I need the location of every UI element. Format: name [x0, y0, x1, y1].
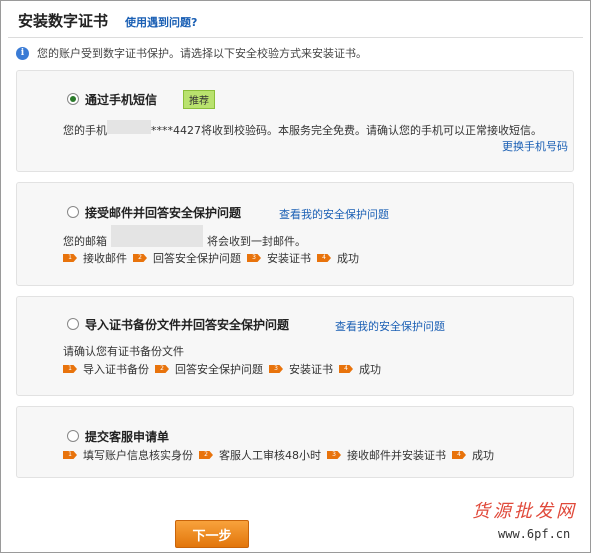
step-number-icon: 3 [269, 365, 283, 373]
step-4: 4 成功 [339, 361, 381, 377]
option-cert-backup[interactable]: 导入证书备份文件并回答安全保护问题 查看我的安全保护问题 请确认您有证书备份文件… [16, 296, 574, 396]
option-customer-service-title: 提交客服申请单 [85, 430, 170, 444]
option-cert-backup-title: 导入证书备份文件并回答安全保护问题 [85, 318, 290, 332]
info-message: i 您的账户受到数字证书保护。请选择以下安全校验方式来安装证书。 [16, 45, 367, 61]
step-label: 接收邮件并安装证书 [347, 449, 446, 462]
email-desc-prefix: 您的邮箱 [63, 235, 107, 248]
step-label: 回答安全保护问题 [175, 363, 263, 376]
step-4: 4 成功 [452, 447, 494, 463]
step-number-icon: 1 [63, 365, 77, 373]
option-email[interactable]: 接受邮件并回答安全保护问题 查看我的安全保护问题 您的邮箱 将会收到一封邮件。 … [16, 182, 574, 286]
step-label: 安装证书 [267, 252, 311, 265]
step-number-icon: 2 [199, 451, 213, 459]
step-label: 成功 [472, 449, 494, 462]
radio-sms[interactable] [67, 93, 79, 105]
step-label: 回答安全保护问题 [153, 252, 241, 265]
sms-desc-suffix: ****4427将收到校验码。本服务完全免费。请确认您的手机可以正常接收短信。 [151, 124, 542, 137]
next-step-button[interactable]: 下一步 [175, 520, 249, 548]
recommended-badge: 推荐 [183, 90, 215, 109]
customer-service-steps: 1 填写账户信息核实身份 2 客服人工审核48小时 3 接收邮件并安装证书 4 成功 [63, 447, 500, 463]
masked-email [111, 225, 203, 247]
step-label: 安装证书 [289, 363, 333, 376]
step-1: 1 导入证书备份 [63, 361, 149, 377]
step-number-icon: 4 [452, 451, 466, 459]
step-label: 成功 [337, 252, 359, 265]
radio-email[interactable] [67, 206, 79, 218]
step-number-icon: 2 [133, 254, 147, 262]
masked-phone [107, 120, 151, 134]
cert-backup-steps: 1 导入证书备份 2 回答安全保护问题 3 安装证书 4 成功 [63, 361, 387, 377]
step-label: 客服人工审核48小时 [219, 449, 321, 462]
change-phone-link[interactable]: 更换手机号码 [63, 138, 568, 154]
step-1: 1 接收邮件 [63, 250, 127, 266]
option-sms-title: 通过手机短信 [85, 93, 158, 107]
step-label: 成功 [359, 363, 381, 376]
info-icon: i [16, 46, 29, 60]
info-text: 您的账户受到数字证书保护。请选择以下安全校验方式来安装证书。 [37, 47, 367, 60]
email-desc-suffix: 将会收到一封邮件。 [207, 235, 306, 248]
option-sms[interactable]: 通过手机短信 推荐 您的手机 ****4427将收到校验码。本服务完全免费。请确… [16, 70, 574, 172]
step-label: 导入证书备份 [83, 363, 149, 376]
step-number-icon: 4 [317, 254, 331, 262]
page-title: 安装数字证书 [18, 12, 109, 30]
step-number-icon: 3 [327, 451, 341, 459]
step-2: 2 回答安全保护问题 [133, 250, 241, 266]
step-3: 3 安装证书 [247, 250, 311, 266]
step-4: 4 成功 [317, 250, 359, 266]
email-steps: 1 接收邮件 2 回答安全保护问题 3 安装证书 4 成功 [63, 250, 365, 266]
step-1: 1 填写账户信息核实身份 [63, 447, 193, 463]
view-security-questions-link[interactable]: 查看我的安全保护问题 [279, 206, 389, 222]
watermark-url: www.6pf.cn [498, 527, 571, 541]
sms-desc-prefix: 您的手机 [63, 124, 107, 137]
help-link[interactable]: 使用遇到问题? [125, 14, 197, 30]
radio-customer-service[interactable] [67, 430, 79, 442]
step-number-icon: 4 [339, 365, 353, 373]
step-number-icon: 2 [155, 365, 169, 373]
view-security-questions-link[interactable]: 查看我的安全保护问题 [335, 318, 445, 334]
option-customer-service[interactable]: 提交客服申请单 1 填写账户信息核实身份 2 客服人工审核48小时 3 接收邮件并安装… [16, 406, 574, 478]
step-2: 2 回答安全保护问题 [155, 361, 263, 377]
radio-cert-backup[interactable] [67, 318, 79, 330]
option-email-title: 接受邮件并回答安全保护问题 [85, 206, 242, 220]
step-number-icon: 1 [63, 451, 77, 459]
watermark-logo: 货源批发网 [472, 501, 577, 522]
step-label: 接收邮件 [83, 252, 127, 265]
cert-backup-desc: 请确认您有证书备份文件 [63, 345, 184, 358]
header-divider [8, 37, 583, 38]
step-label: 填写账户信息核实身份 [83, 449, 193, 462]
step-number-icon: 3 [247, 254, 261, 262]
step-2: 2 客服人工审核48小时 [199, 447, 321, 463]
step-3: 3 安装证书 [269, 361, 333, 377]
step-number-icon: 1 [63, 254, 77, 262]
step-3: 3 接收邮件并安装证书 [327, 447, 446, 463]
